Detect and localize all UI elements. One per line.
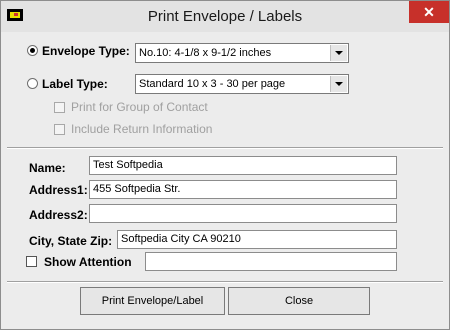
print-group-label: Print for Group of Contact <box>71 100 208 114</box>
close-window-button[interactable]: ✕ <box>409 1 449 23</box>
print-envelope-dialog: Print Envelope / Labels ✕ Envelope Type:… <box>0 0 450 330</box>
envelope-type-select[interactable]: No.10: 4-1/8 x 9-1/2 inches <box>135 43 349 63</box>
show-attention-checkbox[interactable] <box>26 256 37 267</box>
envelope-type-label: Envelope Type: <box>42 44 130 58</box>
envelope-type-radio[interactable] <box>27 45 38 56</box>
city-state-zip-input[interactable]: Softpedia City CA 90210 <box>117 230 397 249</box>
envelope-type-value: No.10: 4-1/8 x 9-1/2 inches <box>139 47 272 59</box>
attention-input[interactable] <box>145 252 397 271</box>
city-state-zip-label: City, State Zip: <box>29 234 113 248</box>
window-title: Print Envelope / Labels <box>147 8 303 25</box>
address1-label: Address1: <box>29 183 88 197</box>
label-type-label: Label Type: <box>42 77 108 91</box>
print-group-checkbox[interactable] <box>54 102 65 113</box>
include-return-label: Include Return Information <box>71 122 213 136</box>
label-type-select[interactable]: Standard 10 x 3 - 30 per page <box>135 74 349 94</box>
button-divider <box>7 281 443 283</box>
label-type-radio[interactable] <box>27 78 38 89</box>
include-return-checkbox[interactable] <box>54 124 65 135</box>
section-divider <box>7 147 443 149</box>
chevron-down-icon[interactable] <box>330 45 347 61</box>
print-envelope-label-button[interactable]: Print Envelope/Label <box>80 287 225 315</box>
show-attention-label: Show Attention <box>44 255 132 269</box>
name-value: Test Softpedia <box>93 159 163 171</box>
close-icon: ✕ <box>423 4 435 20</box>
label-type-value: Standard 10 x 3 - 30 per page <box>139 78 286 90</box>
title-bar: Print Envelope / Labels ✕ <box>1 1 449 32</box>
close-button[interactable]: Close <box>228 287 370 315</box>
city-state-zip-value: Softpedia City CA 90210 <box>121 233 241 245</box>
address2-input[interactable] <box>89 204 397 223</box>
name-input[interactable]: Test Softpedia <box>89 156 397 175</box>
name-label: Name: <box>29 161 66 175</box>
chevron-down-icon[interactable] <box>330 76 347 92</box>
address2-label: Address2: <box>29 208 88 222</box>
address1-input[interactable]: 455 Softpedia Str. <box>89 180 397 199</box>
address1-value: 455 Softpedia Str. <box>93 183 181 195</box>
